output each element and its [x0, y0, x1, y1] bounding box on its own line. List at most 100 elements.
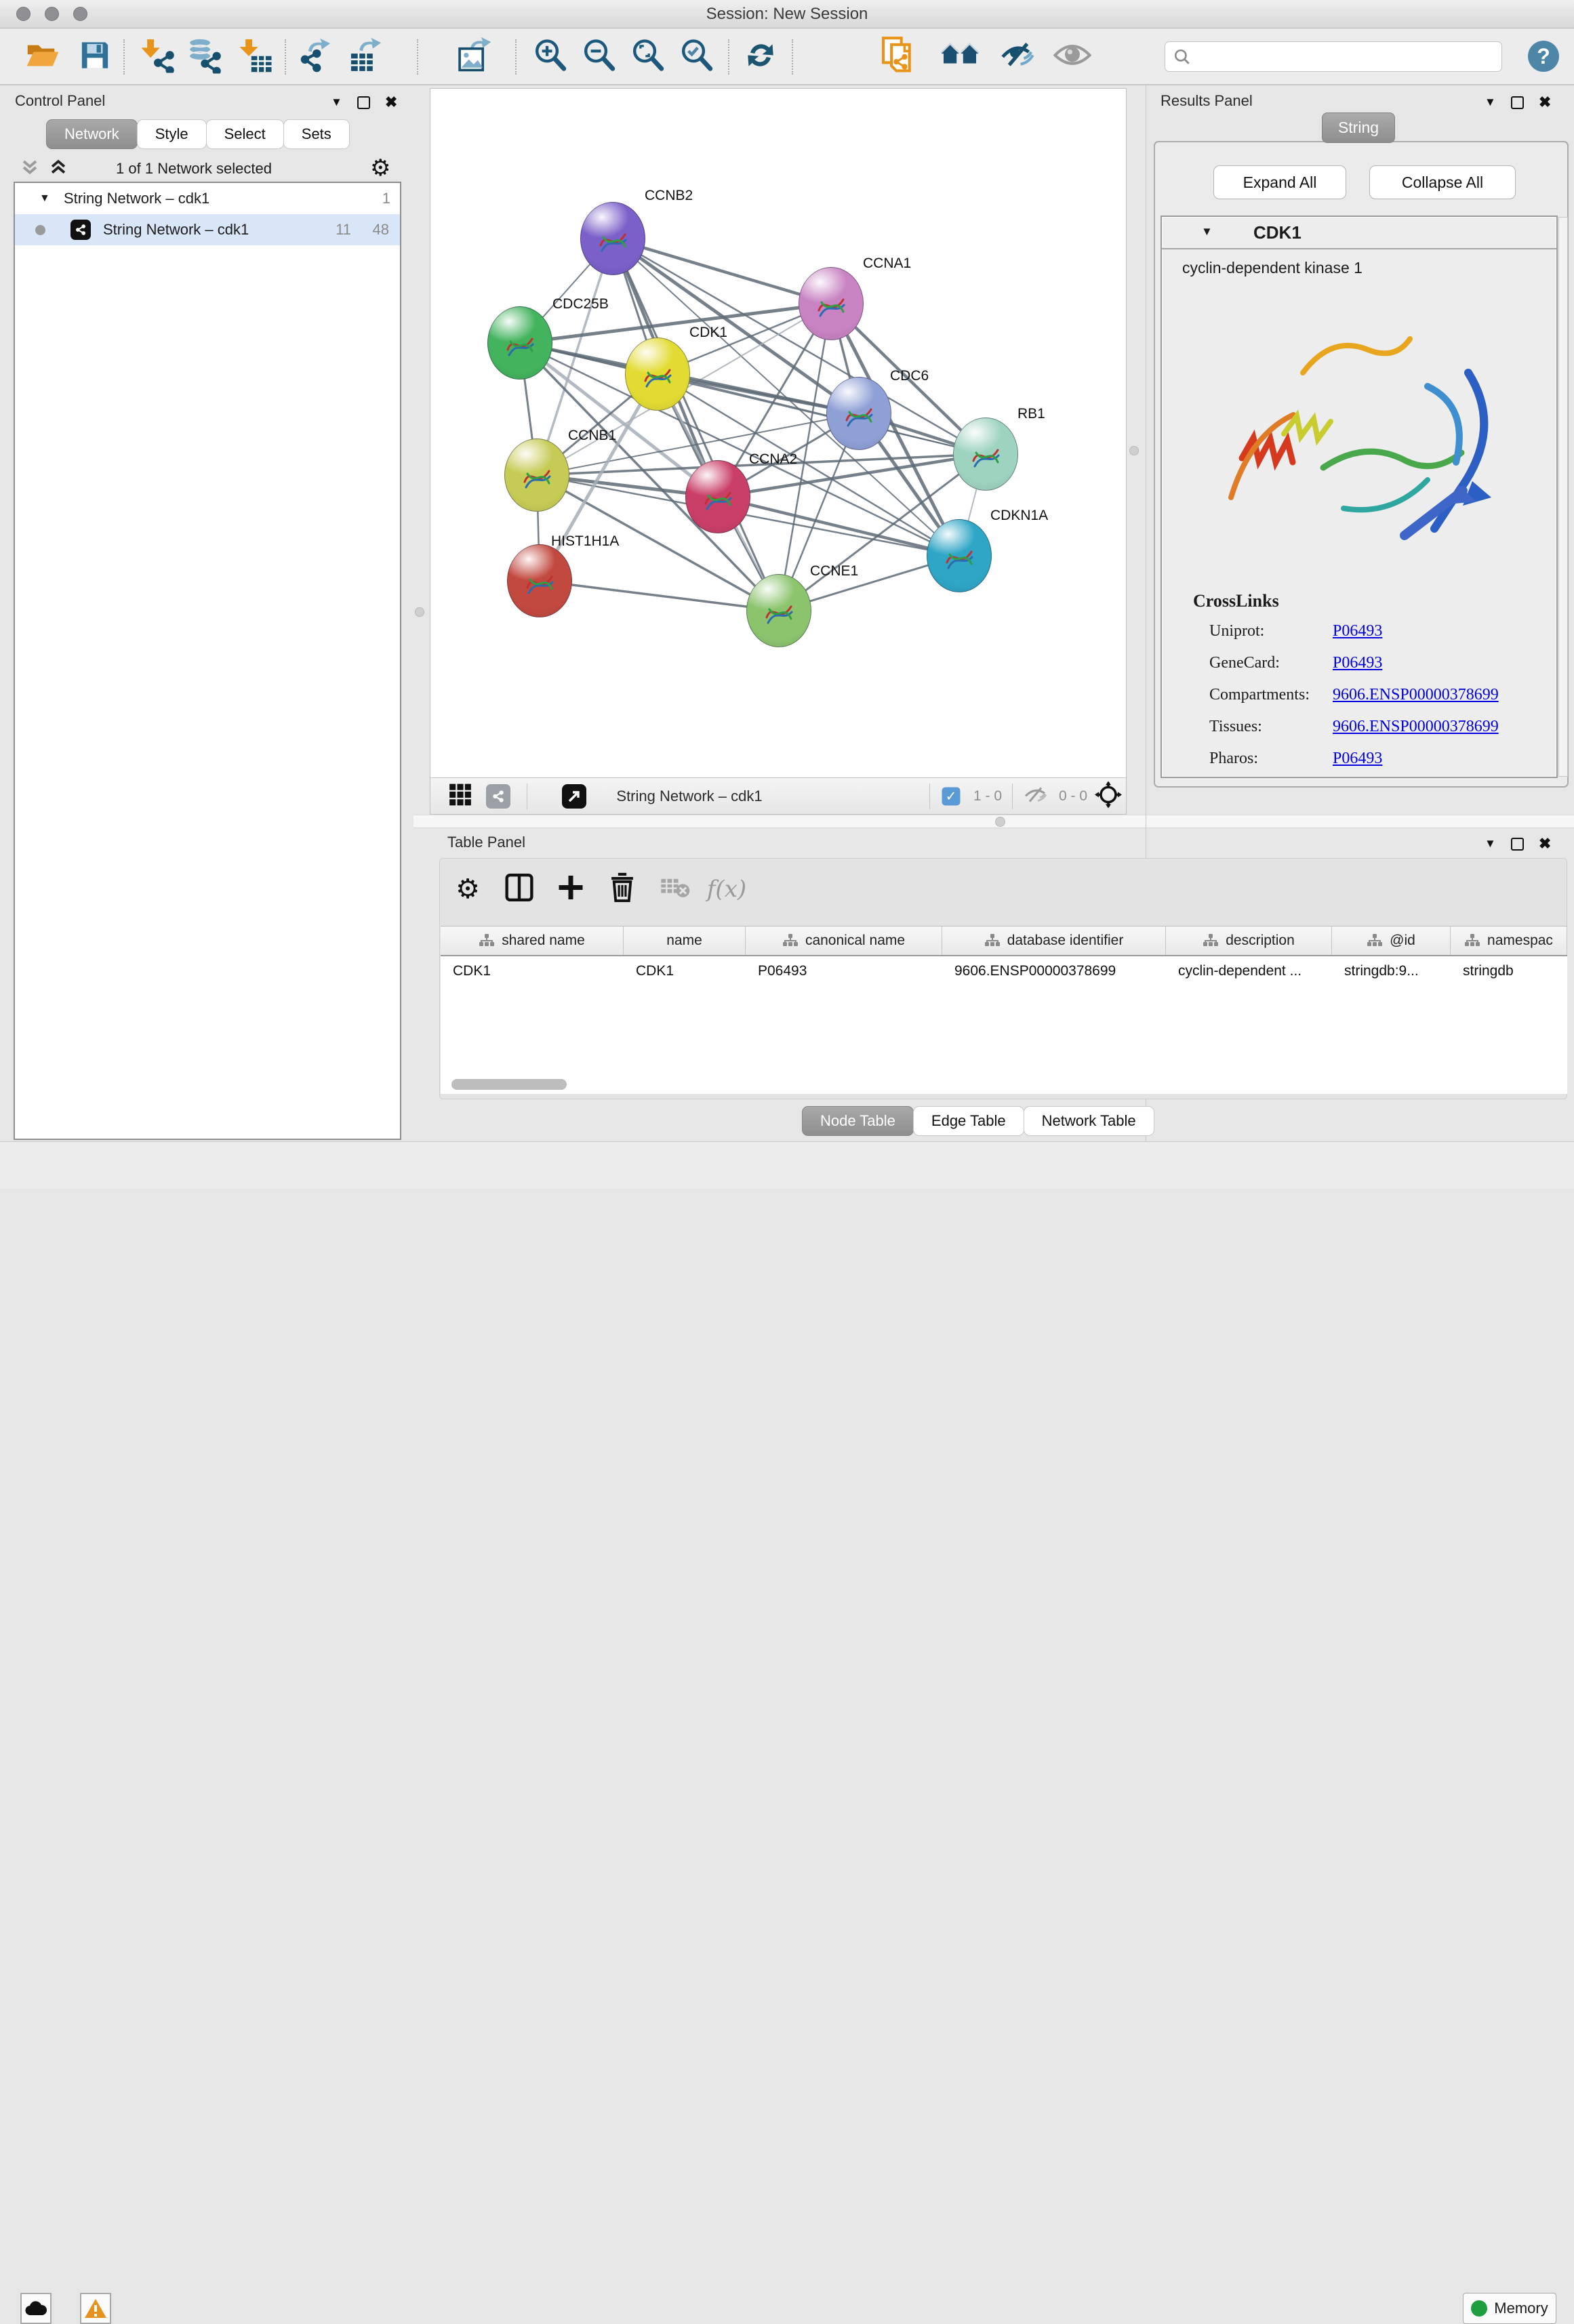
import-table-icon[interactable]	[238, 38, 273, 77]
export-table-icon[interactable]	[348, 37, 384, 77]
search-input[interactable]	[1165, 41, 1502, 72]
crosslink-value-link[interactable]: P06493	[1333, 654, 1382, 672]
hidden-eye-icon[interactable]	[1024, 785, 1047, 807]
zoom-selected-icon[interactable]	[679, 38, 714, 77]
import-network-icon[interactable]	[140, 38, 175, 77]
table-cell[interactable]: CDK1	[624, 956, 746, 986]
column-header-canonical-name[interactable]: canonical name	[746, 926, 942, 955]
panel-close-icon[interactable]: ✖	[385, 94, 397, 111]
network-node-hist1h1a[interactable]	[507, 544, 572, 617]
tab-network[interactable]: Network	[46, 119, 138, 149]
table-cell[interactable]: cyclin-dependent ...	[1166, 956, 1332, 986]
column-header-description[interactable]: description	[1166, 926, 1332, 955]
network-node-rb1[interactable]	[953, 417, 1018, 491]
network-node-cdc25b[interactable]	[487, 306, 552, 380]
toolbar-separator	[417, 39, 418, 75]
network-collection-row[interactable]: ▼ String Network – cdk1 1	[15, 183, 400, 214]
refresh-icon[interactable]	[744, 39, 778, 76]
table-cell[interactable]: stringdb:9...	[1332, 956, 1451, 986]
network-node-ccne1[interactable]	[746, 574, 811, 647]
selected-checkbox[interactable]: ✓	[942, 787, 961, 805]
export-network-icon[interactable]	[298, 38, 334, 77]
expand-all-button[interactable]: Expand All	[1213, 165, 1346, 199]
column-header--id[interactable]: @id	[1332, 926, 1451, 955]
fit-crosshair-icon[interactable]	[1095, 781, 1122, 811]
grid-view-icon[interactable]	[449, 783, 472, 809]
help-icon[interactable]: ?	[1528, 41, 1559, 72]
delete-table-icon[interactable]	[660, 876, 691, 903]
panel-float-icon[interactable]	[357, 96, 370, 109]
horizontal-splitter-handle[interactable]	[995, 817, 1005, 827]
network-node-cdk1[interactable]	[625, 338, 690, 411]
cloud-button[interactable]	[20, 2293, 52, 2324]
network-row-selected[interactable]: String Network – cdk1 11 48	[15, 214, 400, 245]
collapse-all-button[interactable]: Collapse All	[1369, 165, 1516, 199]
table-cell[interactable]: stringdb	[1451, 956, 1567, 986]
tab-select[interactable]: Select	[206, 119, 284, 149]
function-builder-icon[interactable]: f(x)	[707, 876, 746, 903]
network-canvas[interactable]: CCNB2CCNA1CDC25BCDK1CDC6RB1CCNB1CCNA2CDK…	[430, 88, 1127, 778]
split-column-icon[interactable]	[504, 873, 534, 906]
zoom-fit-icon[interactable]	[630, 38, 666, 77]
crosslink-value-link[interactable]: 9606.ENSP00000378699	[1333, 718, 1499, 736]
panel-close-icon[interactable]: ✖	[1539, 835, 1551, 853]
network-node-ccna2[interactable]	[685, 460, 750, 533]
column-header-database-identifier[interactable]: database identifier	[942, 926, 1166, 955]
add-column-icon[interactable]	[557, 874, 585, 905]
tab-network-table[interactable]: Network Table	[1024, 1106, 1154, 1136]
open-folder-icon[interactable]	[26, 41, 60, 73]
table-row[interactable]: CDK1CDK1P064939606.ENSP00000378699cyclin…	[441, 956, 1567, 986]
tab-style[interactable]: Style	[137, 119, 207, 149]
network-node-cdc6[interactable]	[826, 377, 891, 450]
column-header-shared-name[interactable]: shared name	[441, 926, 624, 955]
memory-button[interactable]: Memory	[1463, 2293, 1556, 2324]
export-image-icon[interactable]	[456, 37, 493, 77]
crosslink-value-link[interactable]: P06493	[1333, 750, 1382, 768]
panel-menu-icon[interactable]: ▼	[331, 96, 342, 109]
crosslink-value-link[interactable]: 9606.ENSP00000378699	[1333, 686, 1499, 704]
save-icon[interactable]	[79, 40, 110, 75]
table-settings-gear-icon[interactable]: ⚙	[456, 874, 480, 905]
status-divider	[1012, 783, 1013, 809]
network-node-ccna1[interactable]	[799, 267, 864, 340]
column-header-namespac[interactable]: namespac	[1451, 926, 1567, 955]
gene-collapse-icon[interactable]: ▼	[1201, 225, 1213, 239]
show-all-eye-icon[interactable]	[1053, 42, 1091, 73]
zoom-in-icon[interactable]	[533, 38, 568, 77]
crosslink-value-link[interactable]: P06493	[1333, 622, 1382, 640]
vertical-splitter-handle[interactable]	[415, 607, 424, 617]
node-label-ccne1: CCNE1	[810, 563, 858, 579]
table-cell[interactable]: 9606.ENSP00000378699	[942, 956, 1166, 986]
panel-float-icon[interactable]	[1511, 96, 1524, 109]
network-node-ccnb2[interactable]	[580, 202, 645, 275]
vertical-splitter-handle[interactable]	[1129, 446, 1139, 455]
table-cell[interactable]: CDK1	[441, 956, 624, 986]
warning-button[interactable]	[80, 2293, 111, 2324]
toolbar-separator	[728, 39, 729, 75]
table-cell[interactable]: P06493	[746, 956, 942, 986]
panel-menu-icon[interactable]: ▼	[1485, 837, 1496, 851]
tab-node-table[interactable]: Node Table	[802, 1106, 914, 1136]
panel-float-icon[interactable]	[1511, 838, 1524, 851]
column-header-name[interactable]: name	[624, 926, 746, 955]
delete-column-trash-icon[interactable]	[609, 873, 636, 906]
panel-menu-icon[interactable]: ▼	[1485, 96, 1496, 109]
tab-sets[interactable]: Sets	[283, 119, 350, 149]
hide-selected-eye-icon[interactable]	[999, 39, 1037, 75]
panel-close-icon[interactable]: ✖	[1539, 94, 1551, 111]
tab-edge-table[interactable]: Edge Table	[913, 1106, 1024, 1136]
results-tab-string[interactable]: String	[1322, 113, 1395, 143]
network-node-ccnb1[interactable]	[504, 439, 569, 512]
string-home-icon[interactable]	[940, 39, 980, 75]
zoom-out-icon[interactable]	[582, 38, 617, 77]
import-database-icon[interactable]	[185, 37, 222, 77]
collection-expand-icon[interactable]: ▼	[39, 192, 50, 205]
network-node-cdkn1a[interactable]	[927, 519, 992, 592]
table-horizontal-scrollbar[interactable]	[451, 1079, 567, 1090]
network-options-gear-icon[interactable]: ⚙	[370, 155, 390, 182]
node-label-ccnb2: CCNB2	[645, 188, 693, 204]
birdseye-icon[interactable]	[562, 784, 586, 809]
results-scrollbar[interactable]	[1558, 217, 1568, 777]
copy-network-icon[interactable]	[881, 36, 917, 79]
share-view-icon[interactable]	[486, 784, 510, 809]
